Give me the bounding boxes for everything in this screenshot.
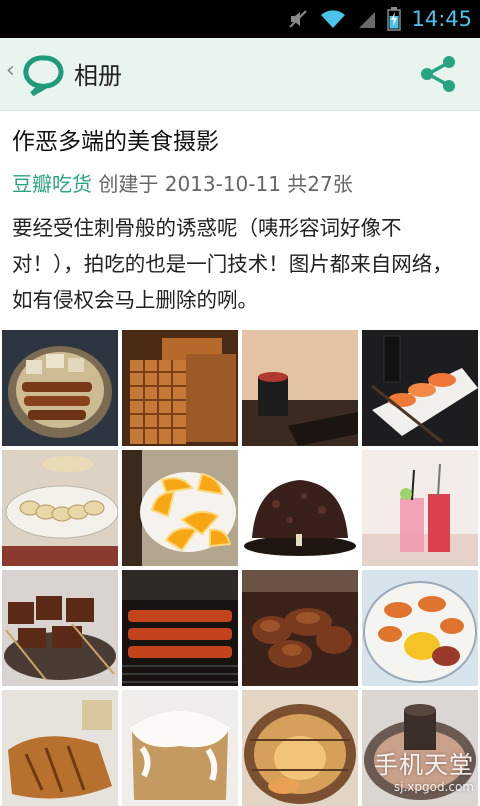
photo-tile[interactable] [122, 690, 238, 806]
photo-cinnamon-roll [122, 690, 238, 806]
mute-icon [289, 10, 308, 28]
photo-tile[interactable] [2, 330, 118, 446]
photo-dumplings-plate [2, 450, 118, 566]
photo-tile[interactable] [362, 450, 478, 566]
photo-salmon-sushi-plate [362, 330, 478, 446]
album-title: 作恶多端的美食摄影 [12, 129, 219, 155]
album-created-info: 创建于 2013-10-11 共27张 [92, 172, 353, 196]
photo-grill-skewers [122, 570, 238, 686]
photo-grid: 手机天堂 sj.xpgod.com [2, 330, 480, 806]
photo-sushi-roll-dark [242, 330, 358, 446]
photo-grilled-skewers-bowl [2, 570, 118, 686]
photo-tile[interactable] [2, 450, 118, 566]
wifi-icon [321, 10, 346, 28]
photo-orange-slices [122, 450, 238, 566]
app-bar-title: 相册 [74, 62, 122, 90]
photo-shrimp-dish [362, 570, 478, 686]
author-link[interactable]: 豆瓣吃货 [12, 172, 92, 196]
photo-tile[interactable] [242, 450, 358, 566]
photo-chocolate-lava-cake [242, 450, 358, 566]
photo-tile[interactable] [2, 570, 118, 686]
photo-tile[interactable] [242, 330, 358, 446]
photo-tile[interactable] [362, 570, 478, 686]
signal-icon [359, 12, 376, 28]
photo-hot-pot [362, 690, 478, 806]
photo-tile[interactable] [2, 690, 118, 806]
photo-bbq-meat-plate [242, 570, 358, 686]
battery-charging-icon [387, 7, 402, 31]
photo-tile[interactable] [122, 570, 238, 686]
album-description: 要经受住刺骨般的诱惑呢（咦形容词好像不对！），拍吃的也是一门技术！图片都来自网络… [12, 216, 453, 312]
photo-tofu-skewers-bowl [2, 330, 118, 446]
photo-tile[interactable] [122, 330, 238, 446]
status-icons: 14:45 [287, 0, 472, 38]
photo-tile[interactable] [242, 690, 358, 806]
back-chevron-icon[interactable]: ‹ [6, 58, 15, 83]
speech-bubble-logo-icon[interactable] [22, 52, 66, 96]
photo-pink-drinks [362, 450, 478, 566]
photo-grilled-fish [2, 690, 118, 806]
photo-tile[interactable] [242, 570, 358, 686]
status-bar: 14:45 [0, 0, 480, 38]
app-bar: ‹ 相册 [0, 38, 480, 111]
photo-tile[interactable] [362, 690, 478, 806]
album-meta: 豆瓣吃货 创建于 2013-10-11 共27张 [12, 168, 353, 197]
share-icon[interactable] [418, 54, 458, 94]
photo-scallop-shell [242, 690, 358, 806]
photo-wafer-cake [122, 330, 238, 446]
photo-tile[interactable] [122, 450, 238, 566]
photo-tile[interactable] [362, 330, 478, 446]
clock: 14:45 [411, 7, 472, 31]
